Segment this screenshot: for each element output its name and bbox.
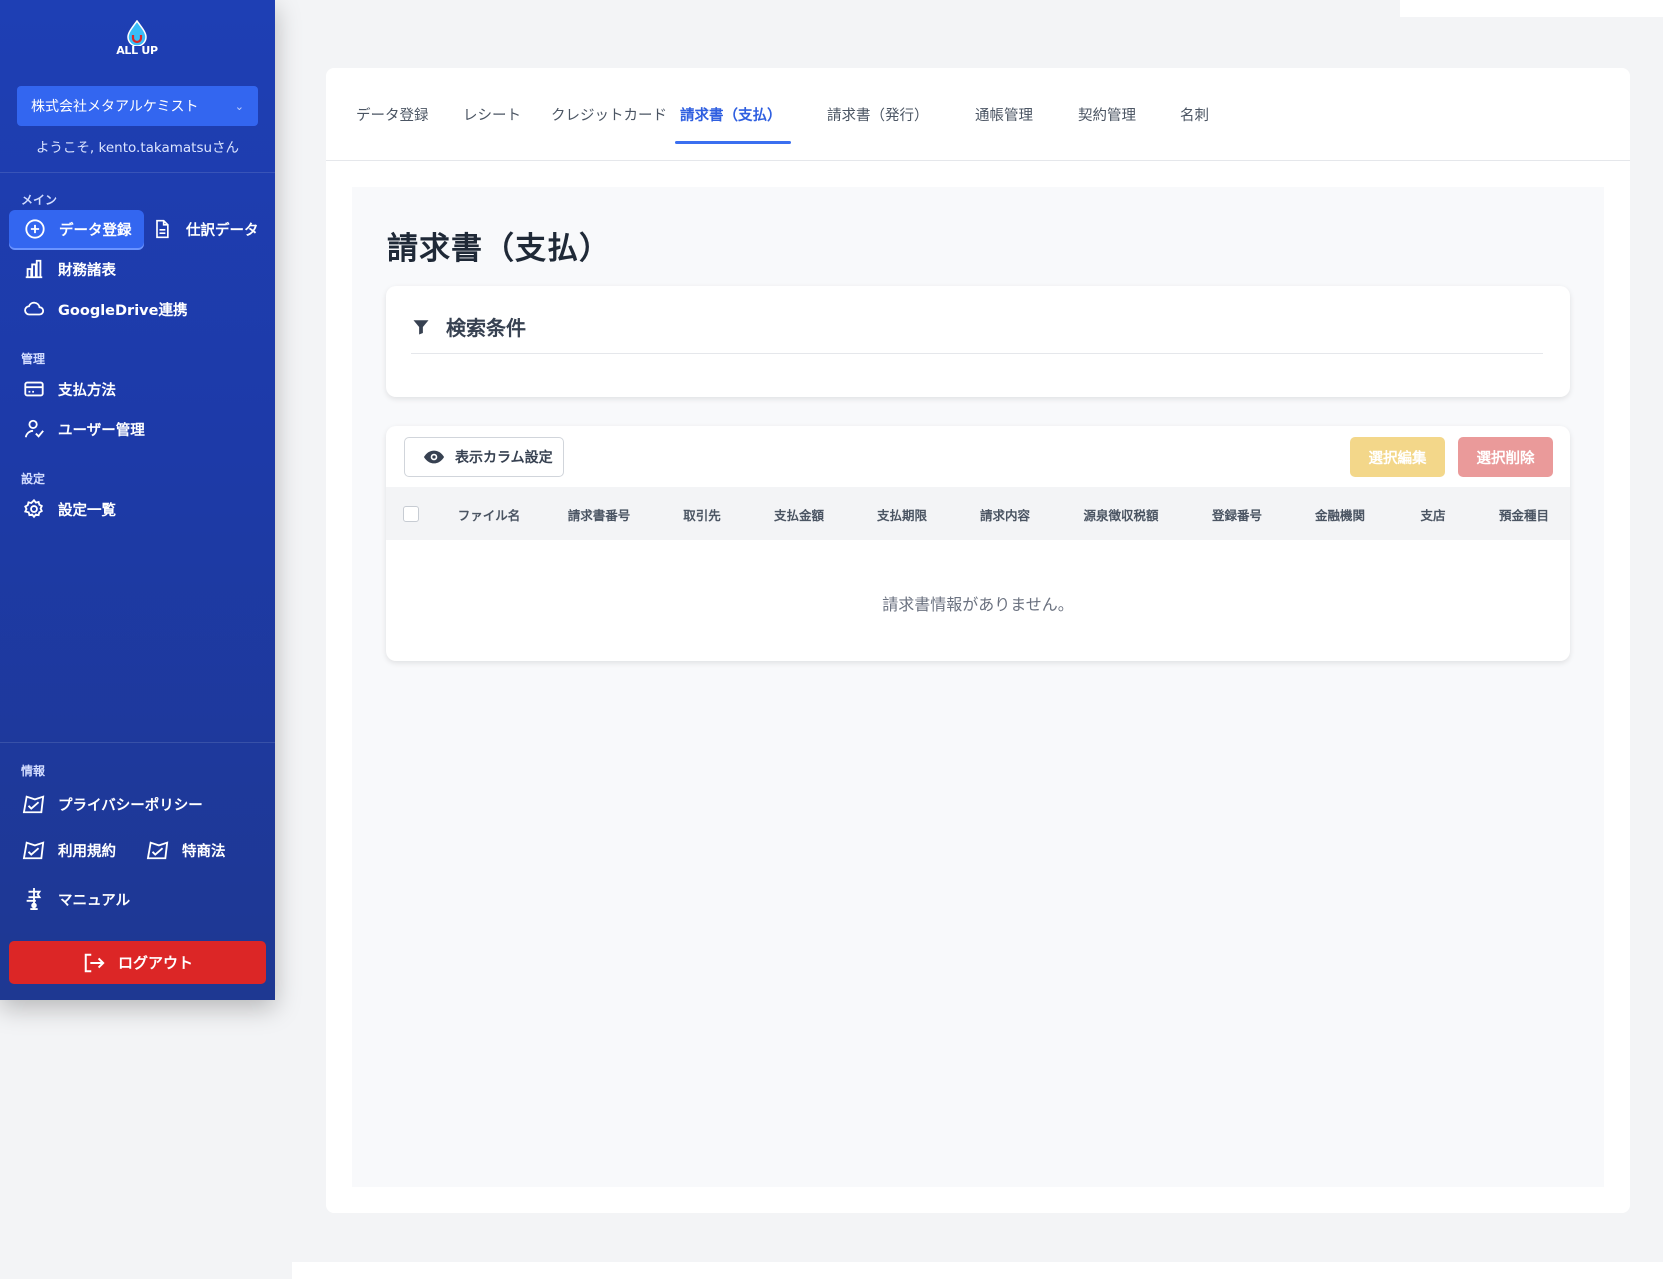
main-card: データ登録 レシート クレジットカード 請求書（支払） 請求書（発行） 通帳管理… <box>326 68 1630 1213</box>
plus-circle-icon <box>23 217 47 241</box>
logout-label: ログアウト <box>117 954 193 972</box>
sidebar-divider <box>0 172 275 173</box>
tab-invoice-payment[interactable]: 請求書（支払） <box>680 104 782 125</box>
sidebar-item-settings-list[interactable]: 設定一覧 <box>22 490 116 528</box>
sidebar-item-label: GoogleDrive連携 <box>58 302 188 319</box>
sidebar-divider <box>0 742 275 743</box>
sidebar-item-label: 仕訳データ <box>186 222 259 239</box>
page-title: 請求書（支払） <box>387 231 611 267</box>
column-header-bank[interactable]: 金融機関 <box>1315 505 1365 524</box>
company-name: 株式会社メタアルケミスト <box>31 99 199 115</box>
sidebar-item-payment[interactable]: 支払方法 <box>22 370 116 408</box>
sidebar-item-label: 財務諸表 <box>58 262 116 279</box>
logo-drop-icon <box>127 20 147 46</box>
user-manage-icon <box>22 417 46 441</box>
invoice-table-panel: 表示カラム設定 選択編集 選択削除 ファイル名 請求書番号 取引先 支払金額 支… <box>386 426 1570 661</box>
tab-invoice-issued[interactable]: 請求書（発行） <box>827 104 929 125</box>
logo-text: ALL UP <box>116 44 158 57</box>
column-header-withholding-tax[interactable]: 源泉徴収税額 <box>1083 505 1158 524</box>
tab-bar: データ登録 レシート クレジットカード 請求書（支払） 請求書（発行） 通帳管理… <box>326 68 1630 161</box>
app-logo[interactable]: ALL UP <box>112 20 162 64</box>
active-tab-indicator <box>675 141 791 144</box>
signpost-icon <box>22 887 46 911</box>
sidebar-item-label: 利用規約 <box>58 843 116 860</box>
table-header: ファイル名 請求書番号 取引先 支払金額 支払期限 請求内容 源泉徴収税額 登録… <box>386 487 1570 540</box>
sidebar-item-label: 設定一覧 <box>58 502 116 519</box>
tab-contract[interactable]: 契約管理 <box>1078 104 1136 125</box>
column-settings-button[interactable]: 表示カラム設定 <box>404 437 564 477</box>
search-header[interactable]: 検索条件 <box>412 312 526 341</box>
eye-icon <box>423 449 445 465</box>
gear-icon <box>22 497 46 521</box>
sidebar-item-financial[interactable]: 財務諸表 <box>22 250 116 288</box>
document-icon <box>150 217 174 241</box>
empty-message: 請求書情報がありません。 <box>882 595 1074 614</box>
sidebar-item-users[interactable]: ユーザー管理 <box>22 410 145 448</box>
column-header-branch[interactable]: 支店 <box>1420 505 1445 524</box>
welcome-message: ようこそ, kento.takamatsuさん <box>35 140 240 156</box>
section-label-info: 情報 <box>21 764 46 778</box>
bar-chart-icon <box>22 257 46 281</box>
sidebar-item-privacy[interactable]: プライバシーポリシー <box>22 785 203 823</box>
tab-credit-card[interactable]: クレジットカード <box>551 104 667 125</box>
sidebar-item-label: データ登録 <box>59 222 132 239</box>
policy-icon <box>22 838 46 862</box>
sidebar-item-journal[interactable]: 仕訳データ <box>150 210 259 248</box>
tab-business-card[interactable]: 名刺 <box>1180 104 1209 125</box>
sidebar-item-label: 支払方法 <box>58 382 116 399</box>
search-panel: 検索条件 <box>386 286 1570 397</box>
logout-button[interactable]: ログアウト <box>9 941 266 984</box>
content-area: 請求書（支払） 検索条件 表示カラム設定 選択編集 選択削除 ファイル名 請求書… <box>352 187 1604 1187</box>
cloud-icon <box>22 297 46 321</box>
credit-card-icon <box>22 377 46 401</box>
column-settings-label: 表示カラム設定 <box>455 450 553 466</box>
sidebar-item-gdrive[interactable]: GoogleDrive連携 <box>22 290 187 328</box>
column-header-amount[interactable]: 支払金額 <box>774 505 824 524</box>
section-label-main: メイン <box>21 193 58 207</box>
sidebar-item-tokushoho[interactable]: 特商法 <box>146 831 226 869</box>
search-divider <box>411 353 1543 354</box>
column-header-filename[interactable]: ファイル名 <box>458 505 521 524</box>
sidebar-item-data-register[interactable]: データ登録 <box>9 210 144 248</box>
sidebar-item-terms[interactable]: 利用規約 <box>22 831 116 869</box>
policy-icon <box>22 792 46 816</box>
logout-icon <box>82 952 106 974</box>
column-header-invoice-number[interactable]: 請求書番号 <box>568 505 631 524</box>
chevron-down-icon: ⌄ <box>234 99 244 113</box>
sidebar: ALL UP 株式会社メタアルケミスト ⌄ ようこそ, kento.takama… <box>0 0 275 1000</box>
column-header-registration-number[interactable]: 登録番号 <box>1212 505 1262 524</box>
filter-icon <box>412 318 430 336</box>
sidebar-item-label: プライバシーポリシー <box>58 797 203 814</box>
column-header-description[interactable]: 請求内容 <box>980 505 1030 524</box>
delete-selected-button[interactable]: 選択削除 <box>1458 437 1553 477</box>
sidebar-item-label: マニュアル <box>58 892 131 909</box>
sidebar-item-manual[interactable]: マニュアル <box>22 880 130 918</box>
policy-icon <box>146 838 170 862</box>
tab-receipt[interactable]: レシート <box>463 104 521 125</box>
column-header-due-date[interactable]: 支払期限 <box>877 505 927 524</box>
select-all-checkbox[interactable] <box>403 506 419 522</box>
section-label-manage: 管理 <box>21 352 46 366</box>
sidebar-item-label: 特商法 <box>182 843 226 860</box>
sidebar-item-label: ユーザー管理 <box>58 422 145 439</box>
tab-passbook[interactable]: 通帳管理 <box>975 104 1033 125</box>
edit-selected-button[interactable]: 選択編集 <box>1350 437 1445 477</box>
tab-data-register[interactable]: データ登録 <box>356 104 429 125</box>
column-header-vendor[interactable]: 取引先 <box>683 505 721 524</box>
column-header-account-type[interactable]: 預金種目 <box>1499 505 1549 524</box>
section-label-settings: 設定 <box>21 472 46 486</box>
search-title: 検索条件 <box>446 316 526 340</box>
company-select[interactable]: 株式会社メタアルケミスト ⌄ <box>17 86 258 126</box>
